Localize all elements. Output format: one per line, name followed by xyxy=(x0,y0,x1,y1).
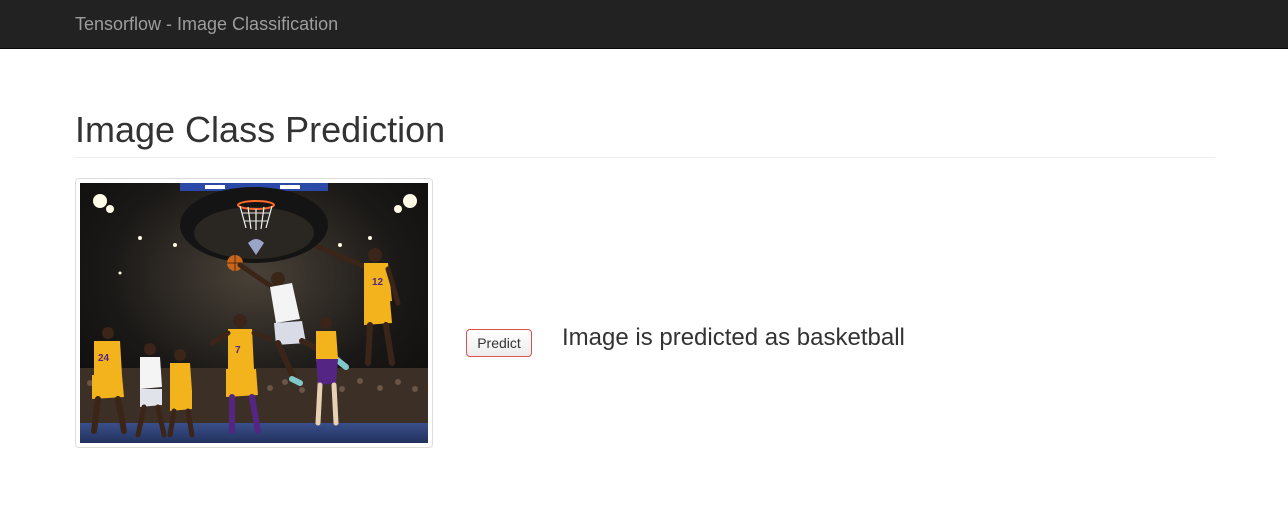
image-thumbnail: 12 7 24 xyxy=(75,178,433,448)
predict-button[interactable]: Predict xyxy=(466,329,532,357)
jersey-number: 24 xyxy=(98,353,110,364)
prediction-result: Image is predicted as basketball xyxy=(562,324,905,351)
jersey-number: 12 xyxy=(372,277,384,288)
basketball-photo: 12 7 24 xyxy=(80,183,428,443)
jersey-number: 7 xyxy=(235,345,241,356)
top-navbar: Tensorflow - Image Classification xyxy=(0,0,1288,49)
navbar-brand[interactable]: Tensorflow - Image Classification xyxy=(75,14,338,34)
page-title: Image Class Prediction xyxy=(75,109,446,150)
page-header: Image Class Prediction xyxy=(75,108,1215,158)
